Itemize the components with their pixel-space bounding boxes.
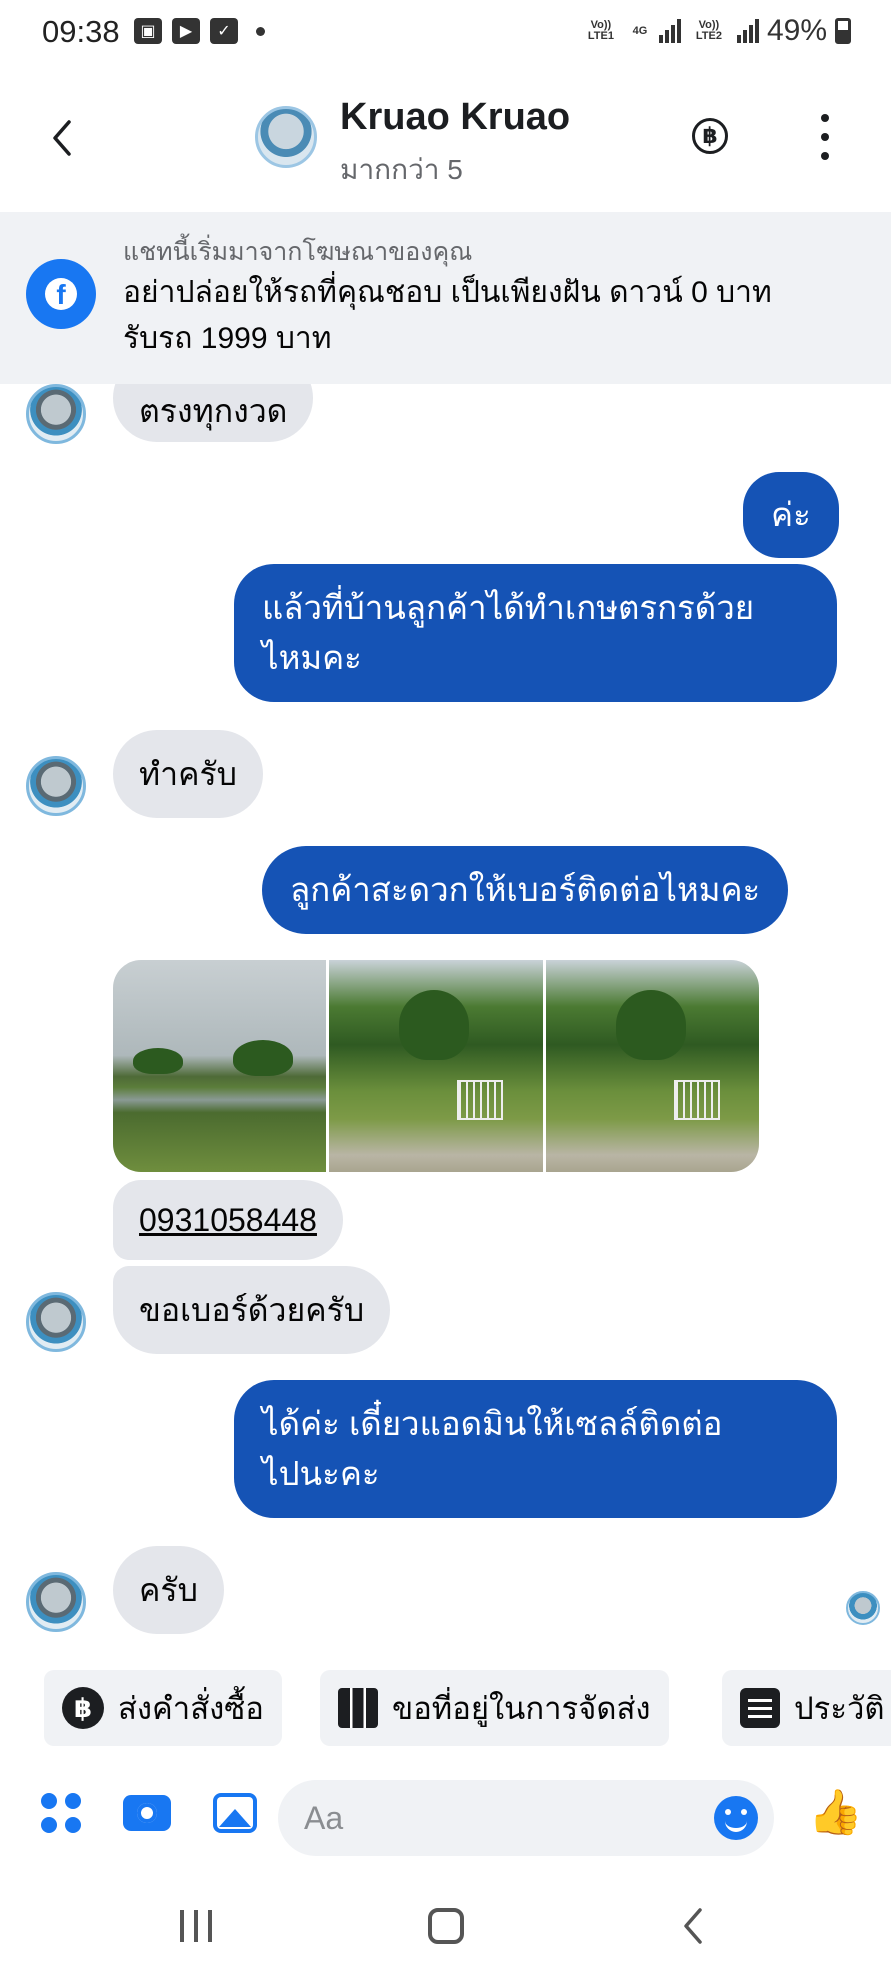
quick-reply-address[interactable]: ขอที่อยู่ในการจัดส่ง [320,1670,669,1746]
contact-subtitle: มากกว่า 5 [340,154,463,185]
more-actions-button[interactable] [36,1788,86,1838]
camera-button[interactable] [122,1788,172,1838]
baht-icon: ฿ [62,1687,104,1729]
outgoing-message[interactable]: ค่ะ [743,472,839,558]
photo-pond[interactable] [113,960,327,1172]
message-line: ได้ค่ะ เดี๋ยวแอดมินให้เซลล์ติดต่อ [262,1405,723,1442]
ad-text-line1: อย่าปล่อยให้รถที่คุณชอบ เป็นเพียงฝัน ดาว… [123,276,772,309]
photo-palm-field[interactable] [329,960,543,1172]
status-time: 09:38 [42,14,120,49]
network-label: 4G [632,24,648,37]
message-input[interactable] [304,1799,684,1837]
message-input-container[interactable] [278,1780,774,1856]
quick-reply-label: ส่งคำสั่งซื้อ [118,1691,264,1726]
outgoing-message[interactable]: ลูกค้าสะดวกให้เบอร์ติดต่อไหมคะ [262,846,789,934]
system-back-icon[interactable] [680,1906,706,1946]
messenger-screen: 09:38 ▣ ▶ ✓ Vo)) LTE1 4G Vo)) LTE2 49% K… [0,0,891,1980]
check-notification-icon: ✓ [210,18,238,44]
recent-apps-button[interactable] [180,1910,212,1942]
gallery-notification-icon: ▣ [134,18,162,44]
message-line: ไหมคะ [262,639,362,676]
sim1-label: Vo)) LTE1 [587,19,614,42]
incoming-message[interactable]: ทำครับ [113,730,263,818]
quick-reply-order[interactable]: ฿ ส่งคำสั่งซื้อ [44,1670,282,1746]
image-icon [213,1793,257,1833]
message-line: แล้วที่บ้านลูกค้าได้ทำเกษตรกรด้วย [262,589,755,626]
seen-receipt-avatar [846,1591,880,1625]
incoming-message[interactable]: ขอเบอร์ด้วยครับ [113,1266,391,1354]
chat-header: Kruao Kruao มากกว่า 5 ฿ [0,70,891,212]
payment-button[interactable]: ฿ [692,118,728,154]
message-line: ไปนะคะ [262,1455,380,1492]
ad-banner-text: อย่าปล่อยให้รถที่คุณชอบ เป็นเพียงฝัน ดาว… [123,270,853,362]
signal-icon [658,19,681,43]
sim2-label: Vo)) LTE2 [695,19,722,42]
map-icon [338,1688,378,1728]
phone-number-message[interactable]: 0931058448 [113,1180,343,1260]
sender-avatar[interactable] [26,1292,86,1352]
ad-origin-banner[interactable]: f แชทนี้เริ่มมาจากโฆษณาของคุณ อย่าปล่อยใ… [0,212,891,384]
notification-icons: ▣ ▶ ✓ [134,18,265,44]
more-notifications-icon [256,26,265,36]
quick-reply-label: ขอที่อยู่ในการจัดส่ง [392,1691,651,1726]
document-icon [740,1688,780,1728]
status-bar: 09:38 ▣ ▶ ✓ Vo)) LTE1 4G Vo)) LTE2 49% [0,0,891,70]
incoming-message[interactable]: ครับ [113,1546,224,1634]
sender-avatar[interactable] [26,1572,86,1632]
battery-icon [835,18,851,44]
apps-grid-icon [41,1793,81,1833]
sender-avatar[interactable] [26,384,86,444]
gallery-button[interactable] [210,1788,260,1838]
facebook-icon: f [26,259,96,329]
photo-attachments[interactable] [113,960,759,1172]
quick-reply-history[interactable]: ประวัติ [722,1670,891,1746]
ad-text-line2: รับรถ 1999 บาท [123,322,332,355]
emoji-icon[interactable] [714,1796,758,1840]
battery-percent: 49% [766,14,827,47]
thumbs-up-icon[interactable]: 👍 [808,1788,863,1838]
sender-avatar[interactable] [26,756,86,816]
media-notification-icon: ▶ [172,18,200,44]
signal2-icon [736,19,759,43]
status-right: Vo)) LTE1 4G Vo)) LTE2 49% [581,14,851,48]
system-navigation-bar [0,1880,891,1980]
more-options-button[interactable] [812,114,838,160]
baht-icon: ฿ [702,123,718,148]
photo-palm-field-2[interactable] [545,960,759,1172]
home-button[interactable] [428,1908,464,1944]
back-button[interactable] [40,112,84,164]
contact-avatar[interactable] [255,106,317,168]
incoming-message[interactable]: ตรงทุกงวด [113,384,314,442]
message-list[interactable]: ตรงทุกงวด ค่ะ แล้วที่บ้านลูกค้าได้ทำเกษต… [0,384,891,1654]
chevron-left-icon [53,120,71,156]
quick-replies: ฿ ส่งคำสั่งซื้อ ขอที่อยู่ในการจัดส่ง ประ… [0,1670,891,1750]
outgoing-message[interactable]: แล้วที่บ้านลูกค้าได้ทำเกษตรกรด้วย ไหมคะ [234,564,837,702]
outgoing-message[interactable]: ได้ค่ะ เดี๋ยวแอดมินให้เซลล์ติดต่อ ไปนะคะ [234,1380,837,1518]
camera-icon [123,1795,171,1831]
quick-reply-label: ประวัติ [794,1691,885,1726]
contact-name[interactable]: Kruao Kruao [340,96,570,139]
message-composer: 👍 [0,1760,891,1870]
ad-banner-title: แชทนี้เริ่มมาจากโฆษณาของคุณ [123,238,473,266]
